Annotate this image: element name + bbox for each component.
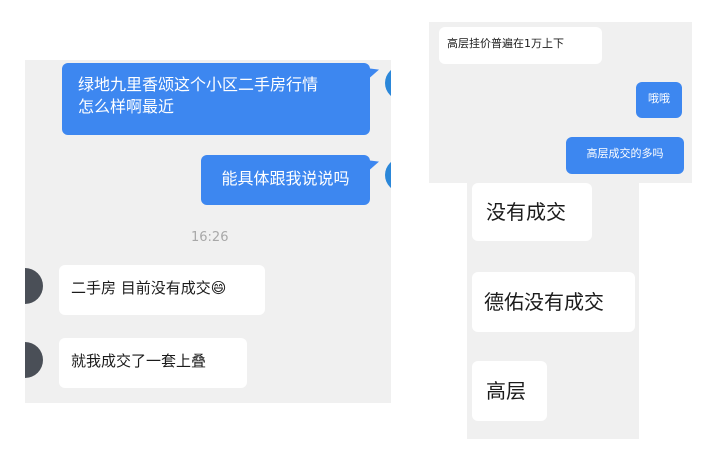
message-text: 德佑没有成交 bbox=[484, 290, 604, 314]
message-text: 能具体跟我说说吗 bbox=[221, 169, 350, 188]
incoming-message-1[interactable]: 二手房 目前没有成交😄 bbox=[59, 265, 265, 315]
message-text: 就我成交了一套上叠 bbox=[71, 352, 207, 370]
message-text: 哦哦 bbox=[648, 92, 670, 105]
left-chat-panel: 绿地九里香颂这个小区二手房行情 怎么样啊最近 能具体跟我说说吗 16:26 二手… bbox=[25, 60, 391, 403]
contact-avatar[interactable] bbox=[25, 268, 43, 304]
incoming-message[interactable]: 高层挂价普遍在1万上下 bbox=[439, 27, 602, 64]
incoming-message-3[interactable]: 高层 bbox=[472, 361, 547, 421]
self-avatar[interactable] bbox=[385, 66, 391, 100]
outgoing-message-2[interactable]: 能具体跟我说说吗 bbox=[201, 155, 370, 205]
outgoing-message-1[interactable]: 绿地九里香颂这个小区二手房行情 怎么样啊最近 bbox=[62, 63, 370, 135]
top-right-chat-panel: 高层挂价普遍在1万上下 哦哦 高层成交的多吗 bbox=[429, 22, 692, 183]
message-text-line2: 怎么样啊最近 bbox=[78, 96, 175, 116]
self-avatar[interactable] bbox=[385, 158, 391, 192]
message-text: 没有成交 bbox=[486, 200, 566, 224]
message-text: 高层成交的多吗 bbox=[586, 147, 664, 160]
outgoing-message-1[interactable]: 哦哦 bbox=[636, 82, 682, 118]
message-text: 二手房 目前没有成交😄 bbox=[71, 279, 227, 297]
message-text: 高层挂价普遍在1万上下 bbox=[447, 37, 564, 50]
message-text-line1: 绿地九里香颂这个小区二手房行情 bbox=[78, 75, 319, 94]
incoming-message-1[interactable]: 没有成交 bbox=[472, 183, 592, 241]
outgoing-message-2[interactable]: 高层成交的多吗 bbox=[566, 137, 684, 174]
incoming-message-2[interactable]: 就我成交了一套上叠 bbox=[59, 338, 247, 388]
bottom-right-chat-panel: 没有成交 德佑没有成交 高层 bbox=[467, 183, 639, 439]
incoming-message-2[interactable]: 德佑没有成交 bbox=[472, 272, 635, 332]
message-timestamp: 16:26 bbox=[191, 230, 229, 245]
contact-avatar[interactable] bbox=[25, 342, 43, 378]
message-text: 高层 bbox=[486, 379, 526, 403]
